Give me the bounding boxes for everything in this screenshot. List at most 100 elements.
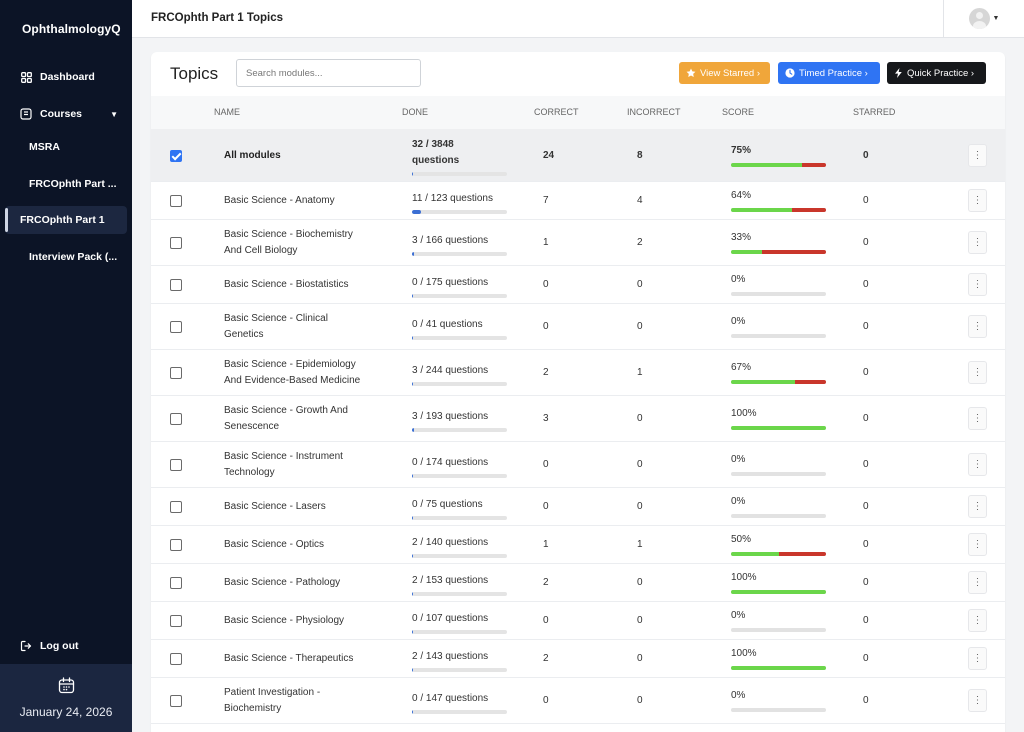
table-row[interactable]: Patient Investigation - Biochemistry 0 / 1… — [151, 678, 1005, 724]
row-checkbox[interactable] — [170, 539, 182, 551]
row-checkbox[interactable] — [170, 367, 182, 379]
score-bar — [731, 708, 826, 712]
module-name-line: Basic Science - Epidemiology — [224, 359, 356, 370]
table-row[interactable]: Basic Science - Biostatistics 0 / 175 que… — [151, 266, 1005, 304]
row-checkbox[interactable] — [170, 149, 182, 162]
row-checkbox[interactable] — [170, 577, 182, 589]
sidebar-course-msra[interactable]: MSRA — [0, 133, 132, 161]
table-row[interactable]: Basic Science - Growth And Senescence 3 / … — [151, 396, 1005, 442]
more-options-button[interactable]: ⋮ — [968, 689, 987, 712]
correct-count: 0 — [543, 279, 549, 290]
done-count: 3 / 193 questions — [412, 410, 489, 422]
table-row[interactable]: Basic Science - Therapeutics 2 / 143 ques… — [151, 640, 1005, 678]
more-options-button[interactable]: ⋮ — [968, 361, 987, 384]
table-row[interactable]: Basic Science - Clinical Genetics 0 / 41 q… — [151, 304, 1005, 350]
row-checkbox[interactable] — [170, 279, 182, 291]
module-name: Basic Science - Epidemiology And Evidence… — [224, 357, 384, 389]
done-progress-fill — [412, 629, 414, 634]
more-options-button[interactable]: ⋮ — [968, 407, 987, 430]
module-name: Basic Science - Biostatistics — [224, 277, 384, 293]
starred-count: 0 — [863, 413, 869, 424]
score-bar — [731, 208, 826, 212]
done-progress-fill — [412, 251, 414, 256]
column-header-starred[interactable]: STARRED — [853, 107, 895, 117]
module-name-line: Basic Science - Instrument — [224, 451, 343, 462]
sidebar-item-courses[interactable]: Courses ▼ — [0, 99, 132, 129]
sidebar-course-frcophth-part-2[interactable]: FRCOphth Part ... — [0, 170, 132, 198]
incorrect-count: 8 — [637, 149, 643, 161]
incorrect-count: 0 — [637, 501, 643, 512]
sidebar-item-dashboard[interactable]: Dashboard — [0, 62, 132, 92]
module-name-line: Genetics — [224, 329, 264, 340]
score-cell: 64% — [731, 189, 831, 212]
more-options-button[interactable]: ⋮ — [968, 273, 987, 296]
timed-practice-button[interactable]: Timed Practice › — [778, 62, 880, 84]
logout-button[interactable]: Log out — [0, 631, 132, 661]
row-checkbox[interactable] — [170, 459, 182, 471]
search-input[interactable] — [236, 59, 421, 87]
score-cell: 67% — [731, 361, 831, 384]
table-row[interactable]: Basic Science - Optics 2 / 140 questions 1… — [151, 526, 1005, 564]
row-checkbox[interactable] — [170, 237, 182, 249]
more-options-button[interactable]: ⋮ — [968, 609, 987, 632]
column-header-score[interactable]: SCORE — [722, 107, 754, 117]
score-bar — [731, 472, 826, 476]
incorrect-count: 0 — [637, 459, 643, 470]
more-options-button[interactable]: ⋮ — [968, 231, 987, 254]
all-modules-row[interactable]: All modules 32 / 3848 questions 24 8 75% 0 ⋮ — [151, 129, 1005, 182]
table-row[interactable]: Basic Science - Anatomy 11 / 123 question… — [151, 182, 1005, 220]
row-checkbox[interactable] — [170, 321, 182, 333]
column-header-done[interactable]: DONE — [402, 107, 428, 117]
more-options-button[interactable]: ⋮ — [968, 143, 987, 167]
more-options-button[interactable]: ⋮ — [968, 495, 987, 518]
done-progress-fill — [412, 293, 414, 298]
score-value: 0% — [731, 274, 746, 285]
more-options-button[interactable]: ⋮ — [968, 189, 987, 212]
column-header-correct[interactable]: CORRECT — [534, 107, 579, 117]
correct-count: 0 — [543, 321, 549, 332]
row-checkbox[interactable] — [170, 195, 182, 207]
more-options-button[interactable]: ⋮ — [968, 533, 987, 556]
starred-count: 0 — [863, 195, 869, 206]
more-options-button[interactable]: ⋮ — [968, 571, 987, 594]
view-starred-button[interactable]: View Starred › — [679, 62, 770, 84]
caret-down-icon: ▼ — [992, 15, 1000, 22]
table-row[interactable]: Basic Science - Epidemiology And Evidence… — [151, 350, 1005, 396]
score-value: 0% — [731, 316, 746, 327]
table-row[interactable]: Basic Science - Biochemistry And Cell Bio… — [151, 220, 1005, 266]
sidebar-course-frcophth-part-1[interactable]: FRCOphth Part 1 — [5, 206, 127, 234]
column-header-name[interactable]: NAME — [214, 107, 240, 117]
row-checkbox[interactable] — [170, 695, 182, 707]
done-progress-fill — [412, 172, 414, 176]
row-checkbox[interactable] — [170, 653, 182, 665]
row-checkbox[interactable] — [170, 501, 182, 513]
done-count: 2 / 143 questions — [412, 650, 489, 662]
done-cell: 2 / 153 questions — [412, 573, 512, 596]
score-bar — [731, 292, 826, 296]
user-menu-button[interactable]: ▼ — [943, 0, 1024, 37]
logout-icon — [20, 640, 32, 652]
column-header-incorrect[interactable]: INCORRECT — [627, 107, 681, 117]
more-options-button[interactable]: ⋮ — [968, 315, 987, 338]
starred-count: 0 — [863, 237, 869, 248]
done-cell: 0 / 174 questions — [412, 455, 512, 478]
correct-count: 7 — [543, 195, 549, 206]
table-row[interactable]: Basic Science - Instrument Technology 0 / … — [151, 442, 1005, 488]
done-count: 0 / 147 questions — [412, 692, 489, 704]
done-count: 0 / 175 questions — [412, 276, 489, 288]
row-checkbox[interactable] — [170, 615, 182, 627]
brand-logo-text[interactable]: OphthalmologyQ — [22, 22, 121, 36]
more-options-button[interactable]: ⋮ — [968, 453, 987, 476]
sidebar-course-interview-pack[interactable]: Interview Pack (... — [0, 243, 132, 271]
done-progress-bar — [412, 381, 507, 386]
quick-practice-button[interactable]: Quick Practice › — [887, 62, 986, 84]
score-value: 100% — [731, 408, 757, 419]
table-row[interactable]: Basic Science - Lasers 0 / 75 questions 0 0… — [151, 488, 1005, 526]
table-row[interactable]: Basic Science - Physiology 0 / 107 questi… — [151, 602, 1005, 640]
table-row[interactable]: Basic Science - Pathology 2 / 153 questio… — [151, 564, 1005, 602]
row-checkbox[interactable] — [170, 413, 182, 425]
book-icon — [20, 108, 32, 120]
module-name-line: Basic Science - Biostatistics — [224, 279, 349, 290]
done-cell: 3 / 244 questions — [412, 363, 512, 386]
more-options-button[interactable]: ⋮ — [968, 647, 987, 670]
